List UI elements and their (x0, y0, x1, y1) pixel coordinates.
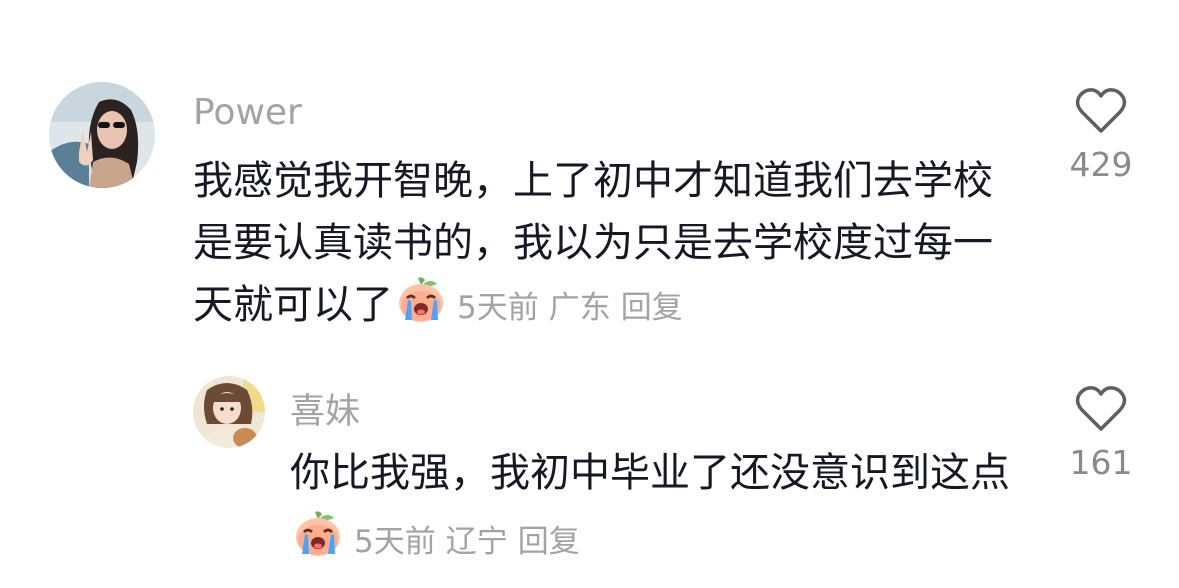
comment-time: 5天前 (457, 290, 539, 326)
username[interactable]: 喜妹 (290, 383, 360, 434)
like-button[interactable]: 161 (1041, 385, 1161, 482)
reply-item: 喜妹 你比我强，我初中毕业了还没意识到这点 5天前 辽宁 回复 161 (0, 345, 1179, 588)
like-button[interactable]: 429 (1041, 87, 1161, 184)
comment-meta: 5天前 辽宁 回复 (354, 524, 590, 560)
heart-outline-icon (1075, 88, 1127, 133)
crying-peach-emoji-icon (292, 510, 344, 578)
reply-button[interactable]: 回复 (621, 290, 683, 326)
avatar[interactable] (193, 376, 265, 448)
comment-text: 你比我强，我初中毕业了还没意识到这点 (290, 450, 1010, 496)
comment-content: 我感觉我开智晚，上了初中才知道我们去学校是要认真读书的，我以为只是去学校度过每一… (193, 150, 1013, 342)
comment-time: 5天前 (354, 524, 436, 560)
username[interactable]: Power (193, 92, 302, 133)
avatar[interactable] (49, 82, 155, 188)
comment-meta: 5天前 广东 回复 (457, 290, 693, 326)
reply-button[interactable]: 回复 (518, 524, 580, 560)
comment-location: 广东 (548, 290, 611, 326)
heart-outline-icon (1075, 386, 1127, 431)
comment-content: 你比我强，我初中毕业了还没意识到这点 5天前 辽宁 回复 (290, 440, 1030, 578)
like-count: 161 (1069, 443, 1133, 482)
comment-location: 辽宁 (445, 524, 508, 560)
crying-peach-emoji-icon (395, 276, 447, 342)
like-count: 429 (1069, 145, 1133, 184)
comment-item: Power 我感觉我开智晚，上了初中才知道我们去学校是要认真读书的，我以为只是去… (0, 0, 1179, 345)
